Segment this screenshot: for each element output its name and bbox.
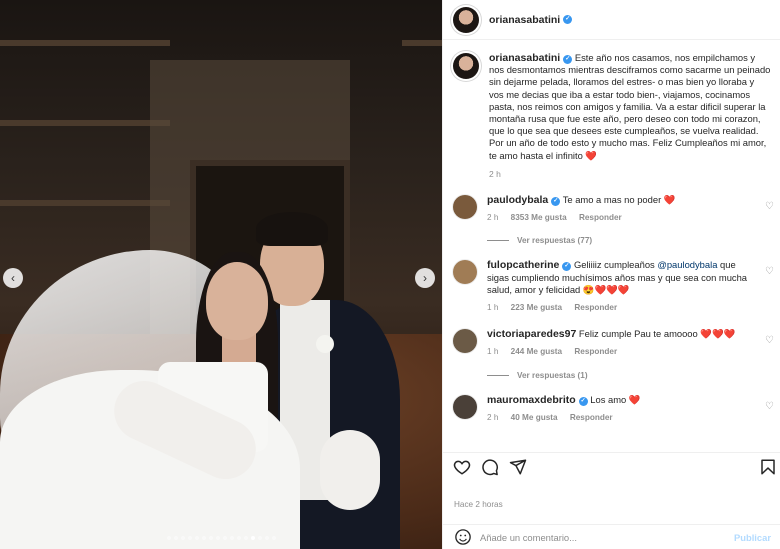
share-icon[interactable] [509,458,527,476]
comment-mention-link[interactable]: @paulodybala [657,259,717,270]
comment-time: 1 h [487,303,499,313]
carousel-dot [229,536,234,540]
caption-time: 2 h [489,168,501,179]
shelf [0,40,170,46]
shelf [402,40,442,46]
groom-hair [256,212,328,246]
comment-likes[interactable]: 40 Me gusta [511,413,558,422]
reply-button[interactable]: Responder [579,213,622,222]
carousel-dot [180,536,185,540]
bride-glove [320,430,380,510]
comment-text: Geliiiiz cumpleaños [573,259,658,271]
reply-button[interactable]: Responder [574,347,617,356]
comment-likes[interactable]: 244 Me gusta [511,347,562,356]
comment-emoji: ❤️❤️❤️ [700,328,736,340]
carousel-dot [222,536,227,540]
comment-emoji: ❤️ [628,393,641,405]
like-comment-heart-icon[interactable]: ♡ [765,202,775,212]
comment-emoji: ❤️ [663,194,676,206]
comment-item: victoriaparedes97 Feliz cumple Pau te am… [443,328,780,358]
comment-time: 2 h [487,213,499,223]
comment-time: 2 h [487,412,499,422]
boutonniere [316,335,334,353]
view-replies-button[interactable]: Ver respuestas (77) [487,236,780,245]
comment-item: fulopcatherine ✓ Geliiiiz cumpleaños @pau… [443,259,780,314]
verified-icon: ✓ [563,15,573,24]
author-username[interactable]: orianasabatini [489,14,560,26]
verified-icon: ✓ [562,262,572,272]
caption-text: Este año nos casamos, nos empilchamos y … [489,52,771,161]
post-photo: ‹ › [0,0,442,549]
post-sidebar: orianasabatini ✓ orianasabatini ✓ Este añ… [442,0,780,549]
reply-button[interactable]: Responder [570,413,613,422]
post-action-bar [443,452,780,480]
caption-username[interactable]: orianasabatini [489,52,560,64]
add-comment-bar: Publicar [443,524,780,549]
comment-text: Los amo [590,393,627,405]
bookmark-icon[interactable] [759,458,777,476]
commenter-avatar[interactable] [453,195,477,220]
like-comment-heart-icon[interactable]: ♡ [765,336,775,346]
comments-list[interactable]: orianasabatini ✓ Este año nos casamos, no… [443,40,780,452]
commenter-avatar[interactable] [453,329,477,354]
commenter-avatar[interactable] [453,260,477,285]
caption-emoji: ❤️ [585,149,598,161]
carousel-dot [187,536,192,540]
carousel-dot [257,536,262,540]
carousel-dot [243,536,248,540]
view-replies-label: Ver respuestas (1) [517,370,588,380]
chevron-right-icon: › [423,271,427,285]
smiley-icon[interactable] [454,528,472,546]
verified-icon: ✓ [551,197,561,207]
carousel-dot [264,536,269,540]
like-comment-heart-icon[interactable]: ♡ [765,401,775,412]
like-comment-heart-icon[interactable]: ♡ [765,267,775,277]
comment-text: Te amo a mas no poder [562,194,662,206]
carousel-dot [215,536,220,540]
carousel-dot [194,536,199,540]
author-avatar[interactable] [453,6,479,33]
author-avatar[interactable] [453,53,479,79]
publish-button[interactable]: Publicar [734,532,771,543]
comment-username[interactable]: fulopcatherine [487,259,559,271]
shelf [0,200,170,206]
comment-emoji: 😍❤️❤️❤️ [582,283,630,295]
shelf [0,120,170,126]
chevron-left-icon: ‹ [11,271,15,285]
verified-icon: ✓ [578,396,588,406]
view-replies-label: Ver respuestas (77) [517,236,593,246]
view-replies-button[interactable]: Ver respuestas (1) [487,371,780,380]
post-header: orianasabatini ✓ [443,0,780,40]
carousel-dot [271,536,276,540]
comment-username[interactable]: victoriaparedes97 [487,328,576,340]
carousel-indicator [0,527,442,545]
carousel-next-button[interactable]: › [415,268,435,288]
comment-time: 1 h [487,347,499,357]
comment-input[interactable] [480,531,710,543]
comment-text: Feliz cumple Pau te amoooo [578,328,698,340]
comment-icon[interactable] [481,458,499,476]
heart-icon[interactable] [453,458,471,476]
post-time-ago: Hace 2 horas [454,500,503,509]
carousel-dot [166,536,171,540]
comment-item: paulodybala ✓ Te amo a mas no poder ❤️ 2 … [443,194,780,224]
carousel-dot [201,536,206,540]
carousel-prev-button[interactable]: ‹ [3,268,23,288]
comment-likes[interactable]: 8353 Me gusta [511,213,567,222]
reply-button[interactable]: Responder [574,303,617,312]
carousel-dot [250,536,255,540]
comment-username[interactable]: mauromaxdebrito [487,394,576,406]
post-caption: orianasabatini ✓ Este año nos casamos, no… [443,40,780,180]
comment-likes[interactable]: 223 Me gusta [511,303,562,312]
carousel-dot [173,536,178,540]
carousel-dot [236,536,241,540]
comment-item: mauromaxdebrito ✓ Los amo ❤️ 2 h 40 Me gu… [443,394,780,424]
bride-face [206,262,268,340]
comment-username[interactable]: paulodybala [487,194,548,206]
commenter-avatar[interactable] [453,394,477,419]
verified-icon: ✓ [563,55,573,64]
carousel-dot [208,536,213,540]
